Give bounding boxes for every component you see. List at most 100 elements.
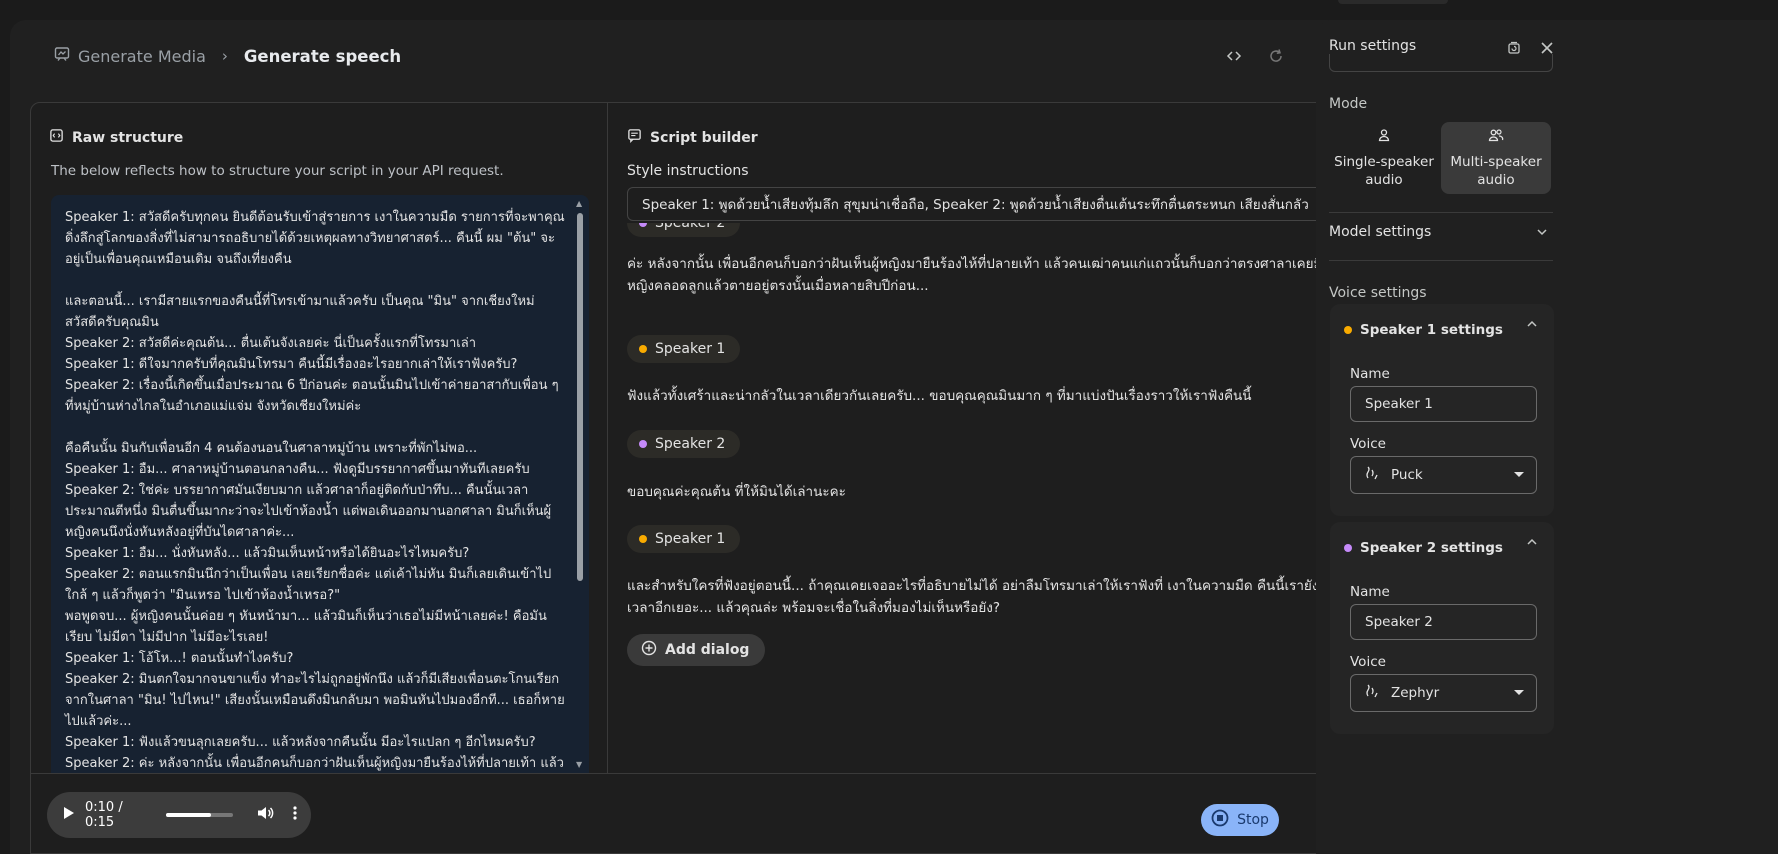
speaker-chip[interactable]: Speaker 2 [627,223,741,237]
script-icon [627,128,642,147]
raw-script-line: คือคืนนั้น มินกับเพื่อนอีก 4 คนต้องนอนใน… [65,441,478,456]
raw-script-box[interactable]: Speaker 1: สวัสดีครับทุกคน ยินดีต้อนรับเ… [51,195,589,773]
code-icon[interactable] [1222,44,1246,68]
person-icon [1377,128,1391,147]
group-icon [1488,128,1504,147]
chevron-up-icon[interactable] [1526,318,1538,333]
scroll-down-icon[interactable]: ▼ [576,760,582,769]
script-builder-label: Script builder [650,129,758,146]
divider [1329,212,1553,213]
chevron-right-icon: › [221,47,228,65]
speaker-1-settings-title[interactable]: Speaker 1 settings [1344,322,1503,338]
multi-speaker-mode-button[interactable]: Multi-speaker audio [1441,122,1551,194]
chevron-up-icon[interactable] [1526,536,1538,551]
speaker-chip-label: Speaker 1 [655,341,726,357]
stop-button[interactable]: Stop [1201,804,1279,836]
style-instructions-input[interactable]: Speaker 1: พูดด้วยน้ำเสียงทุ้มลึก สุขุมน… [627,187,1350,221]
raw-script-line: Speaker 2: ใช่ค่ะ บรรยากาศมันเงียบมาก แล… [65,483,552,540]
chevron-down-icon[interactable] [1536,226,1548,241]
speaker-2-dot-icon [1344,544,1352,552]
dialog-text[interactable]: ค่ะ หลังจากนั้น เพื่อนอีกคนก็บอกว่าฝันเห… [627,253,1347,297]
play-icon[interactable] [63,806,75,824]
raw-script-line: Speaker 1: ดีใจมากครับที่คุณมินโทรมา คืน… [65,357,518,372]
model-settings-row[interactable]: Model settings [1329,224,1431,240]
audio-progress-fill [165,813,211,817]
raw-script-line: Speaker 1: ฟังแล้วขนลุกเลยครับ... แล้วหล… [65,735,536,750]
multi-speaker-label: Multi-speaker audio [1450,153,1542,188]
raw-script-line: Speaker 1: สวัสดีครับทุกคน ยินดีต้อนรับเ… [65,210,565,267]
scrollbar-thumb[interactable] [577,213,583,581]
divider [1329,260,1553,261]
voice-value: Puck [1391,467,1423,483]
top-tab-handle[interactable] [1338,0,1448,4]
speaker-2-voice-select[interactable]: Zephyr [1350,674,1537,712]
audio-progress-slider[interactable] [165,813,233,817]
single-speaker-label: Single-speaker audio [1334,153,1434,188]
bottom-bar: 0:10 / 0:15 Stop [31,773,1467,854]
dialog-text[interactable]: และสำหรับใครที่ฟังอยู่ตอนนี้... ถ้าคุณเค… [627,575,1347,619]
speaker-chip[interactable]: Speaker 1 [627,335,741,363]
stop-icon [1211,809,1229,831]
settings-field-clipped[interactable] [1329,54,1553,72]
voice-wave-icon [1365,465,1381,485]
volume-icon[interactable] [257,805,275,825]
add-dialog-label: Add dialog [665,642,750,658]
dropdown-caret-icon [1514,690,1524,695]
app: Generate Media › Generate speech Raw str… [0,0,1778,854]
media-icon [54,46,70,66]
speaker-chip-label: Speaker 1 [655,531,726,547]
run-settings-title: Run settings [1329,38,1417,54]
speaker-1-name-input[interactable]: Speaker 1 [1350,386,1537,422]
voice-label: Voice [1350,654,1386,670]
speaker-1-settings-card: Speaker 1 settings Name Speaker 1 Voice … [1330,304,1554,516]
top-strip [0,0,1778,18]
raw-script-line: Speaker 2: สวัสดีค่ะคุณต้น... ตื่นเต้นจั… [65,336,477,351]
main-panel: Generate Media › Generate speech Raw str… [10,20,1484,854]
speaker-1-voice-select[interactable]: Puck [1350,456,1537,494]
raw-script-line: Speaker 2: ค่ะ หลังจากนั้น เพื่อนอีกคนก็… [65,756,564,771]
breadcrumb-parent[interactable]: Generate Media [54,46,206,66]
speaker-2-settings-card: Speaker 2 settings Name Speaker 2 Voice … [1330,522,1554,734]
speaker-settings-label: Speaker 1 settings [1360,322,1503,338]
speaker-chip[interactable]: Speaker 1 [627,525,741,553]
raw-script-line [65,417,565,438]
single-speaker-mode-button[interactable]: Single-speaker audio [1329,122,1439,194]
dialog-text[interactable]: ฟังแล้วทั้งเศร้าและน่ากลัวในเวลาเดียวกัน… [627,385,1347,407]
dialog-text[interactable]: ขอบคุณค่ะคุณต้น ที่ให้มินได้เล่านะคะ [627,481,1347,503]
structure-icon [49,128,64,147]
add-circle-icon [641,640,657,660]
raw-script-text[interactable]: Speaker 1: สวัสดีครับทุกคน ยินดีต้อนรับเ… [65,207,565,773]
audio-player: 0:10 / 0:15 [47,792,311,838]
speaker-chip-label: Speaker 2 [655,436,726,452]
style-instructions-label: Style instructions [627,163,749,179]
scroll-up-icon[interactable]: ▲ [576,199,582,208]
speaker-1-dot-icon [639,345,647,353]
speaker-chip-label: Speaker 2 [655,223,726,231]
refresh-icon[interactable] [1264,44,1288,68]
raw-structure-description: The below reflects how to structure your… [51,163,504,179]
raw-script-line: Speaker 1: อืม... ศาลาหมู่บ้านตอนกลางคืน… [65,462,530,477]
voice-wave-icon [1365,683,1381,703]
raw-script-line: Speaker 2: ตอนแรกมินนึกว่าเป็นเพื่อน เลย… [65,567,552,603]
page-title: Generate speech [243,46,402,66]
raw-script-line: Speaker 2: เรื่องนี้เกิดขึ้นเมื่อประมาณ … [65,378,563,414]
name-label: Name [1350,366,1390,382]
more-vert-icon[interactable] [293,805,297,825]
speaker-2-name-input[interactable]: Speaker 2 [1350,604,1537,640]
speaker-chip[interactable]: Speaker 2 [627,430,741,458]
voice-settings-label: Voice settings [1329,285,1427,301]
raw-script-line: และตอนนี้... เรามีสายแรกของคืนนี้ที่โทรเ… [65,294,539,330]
speaker-2-settings-title[interactable]: Speaker 2 settings [1344,540,1503,556]
script-builder-title: Script builder [627,128,758,147]
model-settings-label: Model settings [1329,224,1432,240]
raw-scrollbar[interactable]: ▲ ▼ [575,199,585,769]
raw-script-line [65,270,565,291]
dropdown-caret-icon [1514,472,1524,477]
header: Generate Media › Generate speech [10,20,1484,90]
speaker-2-dot-icon [639,440,647,448]
speaker-2-dot-icon [639,223,647,227]
raw-structure-label: Raw structure [72,129,184,146]
script-card: Raw structure The below reflects how to … [30,102,1468,854]
add-dialog-button[interactable]: Add dialog [627,634,766,666]
mode-label: Mode [1329,96,1368,112]
